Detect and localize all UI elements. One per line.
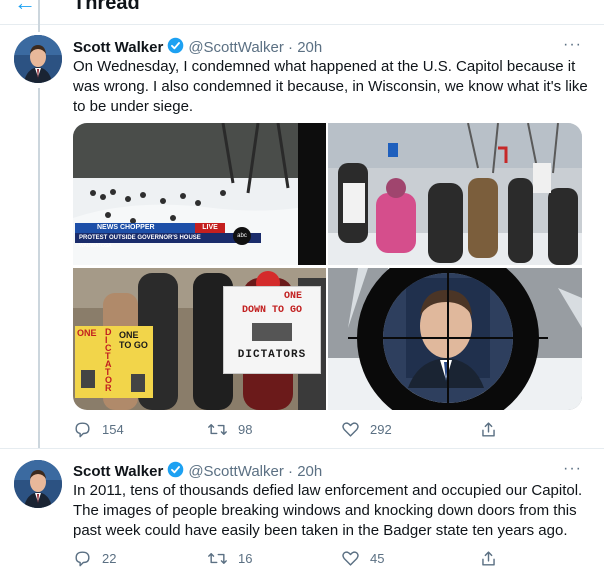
news-banner-headline: PROTEST OUTSIDE GOVERNOR'S HOUSE bbox=[79, 235, 201, 241]
author-handle[interactable]: @ScottWalker bbox=[188, 463, 284, 480]
like-count: 292 bbox=[370, 422, 392, 437]
white-sign: ONE DOWN TO GO DICTATORS bbox=[223, 286, 321, 374]
reply-count: 22 bbox=[102, 551, 117, 566]
more-options-icon[interactable]: ··· bbox=[563, 460, 582, 478]
verified-badge-icon bbox=[167, 461, 184, 482]
white-sign-line1: ONE bbox=[284, 291, 303, 302]
reply-icon bbox=[75, 422, 90, 438]
tweet-divider bbox=[0, 448, 604, 449]
author-handle[interactable]: @ScottWalker bbox=[188, 39, 284, 56]
tweet-text: On Wednesday, I condemned what happened … bbox=[73, 58, 588, 115]
timestamp[interactable]: 20h bbox=[297, 463, 322, 480]
tweet-actions: 154 98 292 bbox=[73, 420, 513, 440]
like-count: 45 bbox=[370, 551, 385, 566]
thread-connector bbox=[38, 0, 40, 32]
news-logo: abc bbox=[237, 233, 247, 239]
tweet-header: Scott Walker @ScottWalker · 20h bbox=[73, 37, 322, 58]
tweet-text: In 2011, tens of thousands defied law en… bbox=[73, 482, 583, 539]
timestamp[interactable]: 20h bbox=[297, 39, 322, 56]
media-image-protest-crowd[interactable] bbox=[328, 123, 582, 265]
share-icon bbox=[482, 422, 495, 437]
white-sign-line3: DICTATORS bbox=[237, 349, 307, 361]
yellow-sign: ONE DICTATOR ONE TO GO bbox=[75, 326, 153, 398]
back-arrow-icon[interactable]: ← bbox=[14, 0, 36, 16]
share-button[interactable] bbox=[479, 549, 508, 568]
media-grid[interactable]: NEWS CHOPPER LIVE PROTEST OUTSIDE GOVERN… bbox=[73, 123, 582, 410]
separator-dot: · bbox=[283, 39, 298, 56]
retweet-icon bbox=[208, 424, 227, 435]
author-name[interactable]: Scott Walker bbox=[73, 463, 163, 480]
reply-button[interactable]: 22 bbox=[73, 549, 116, 568]
avatar[interactable] bbox=[14, 35, 62, 83]
white-sign-photos bbox=[252, 323, 292, 341]
yellow-sign-photo bbox=[81, 370, 95, 388]
more-options-icon[interactable]: ··· bbox=[563, 36, 582, 54]
white-sign-line2: DOWN TO GO bbox=[241, 305, 302, 316]
separator-dot: · bbox=[283, 463, 298, 480]
news-banner-location: WAUWATOSA bbox=[79, 243, 112, 249]
tweet-header: Scott Walker @ScottWalker · 20h bbox=[73, 461, 322, 482]
yellow-sign-main: DICTATOR bbox=[105, 327, 113, 393]
retweet-count: 98 bbox=[238, 422, 253, 437]
retweet-icon bbox=[208, 553, 227, 564]
tweet-actions: 22 16 45 bbox=[73, 549, 513, 569]
media-image-protest-signs[interactable]: ONE DICTATOR ONE TO GO ONE DOWN TO GO DI… bbox=[73, 268, 326, 410]
share-icon bbox=[482, 551, 495, 566]
live-badge: LIVE bbox=[202, 224, 218, 231]
thread-connector bbox=[38, 88, 40, 448]
heart-icon bbox=[342, 422, 359, 437]
news-banner: NEWS CHOPPER LIVE PROTEST OUTSIDE GOVERN… bbox=[75, 223, 261, 249]
yellow-sign-right: ONE TO GO bbox=[119, 330, 148, 350]
retweet-count: 16 bbox=[238, 551, 253, 566]
reply-icon bbox=[75, 551, 90, 567]
retweet-button[interactable]: 16 bbox=[207, 549, 252, 568]
yellow-sign-photo bbox=[131, 374, 145, 392]
thread-header: ← Thread bbox=[0, 0, 604, 25]
heart-icon bbox=[342, 551, 359, 566]
like-button[interactable]: 45 bbox=[341, 549, 384, 568]
like-button[interactable]: 292 bbox=[341, 420, 392, 439]
page-title: Thread bbox=[73, 0, 140, 14]
yellow-sign-top: ONE bbox=[77, 328, 97, 338]
share-button[interactable] bbox=[479, 420, 508, 439]
news-banner-top: NEWS CHOPPER bbox=[97, 224, 155, 231]
avatar[interactable] bbox=[14, 460, 62, 508]
retweet-button[interactable]: 98 bbox=[207, 420, 252, 439]
media-image-crosshair[interactable] bbox=[328, 268, 582, 410]
reply-count: 154 bbox=[102, 422, 124, 437]
reply-button[interactable]: 154 bbox=[73, 420, 124, 439]
verified-badge-icon bbox=[167, 37, 184, 58]
media-image-news-chopper[interactable]: NEWS CHOPPER LIVE PROTEST OUTSIDE GOVERN… bbox=[73, 123, 326, 265]
author-name[interactable]: Scott Walker bbox=[73, 39, 163, 56]
